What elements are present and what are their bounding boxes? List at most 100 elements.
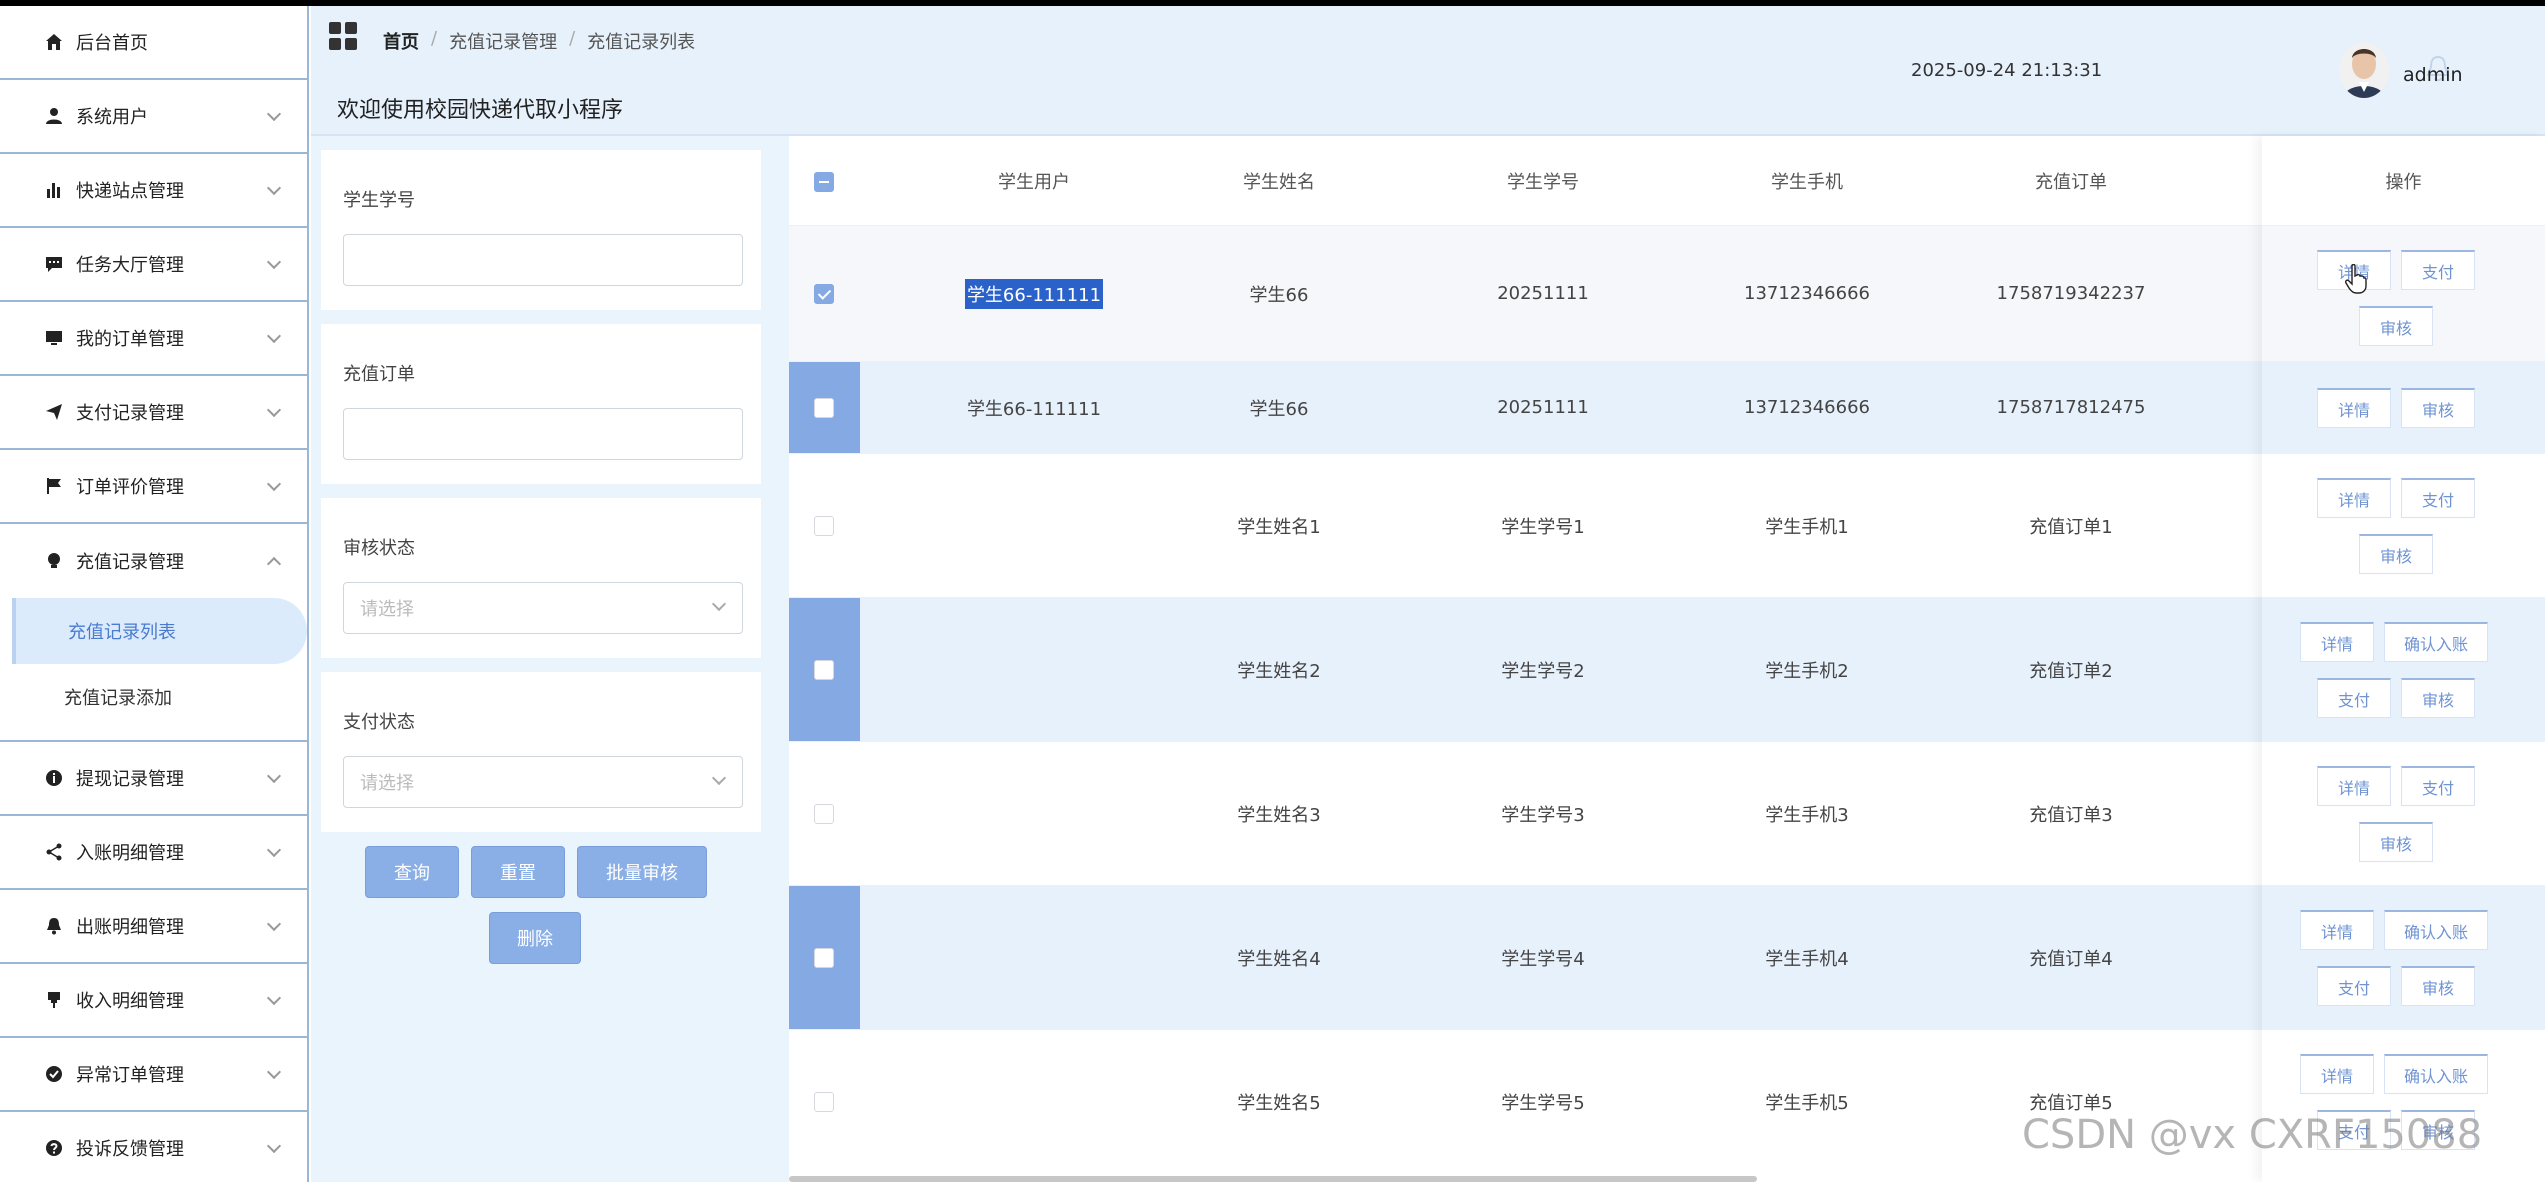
share-icon [44, 842, 64, 862]
filter-label: 充值订单 [343, 364, 415, 385]
bulb-icon [44, 551, 64, 571]
sidebar-item-system-users[interactable]: 系统用户 [0, 80, 307, 154]
row-checkbox[interactable] [814, 1092, 834, 1112]
sidebar-item-my-orders[interactable]: 我的订单管理 [0, 302, 307, 376]
row-checkbox[interactable] [814, 660, 834, 680]
sidebar-subitem-recharge-add[interactable]: 充值记录添加 [0, 664, 307, 730]
recharge-table: 学生用户 学生姓名 学生学号 学生手机 充值订单 操作 学生66-111111 … [789, 136, 2545, 1182]
row-checkbox[interactable] [814, 398, 834, 418]
query-button[interactable]: 查询 [365, 846, 459, 898]
cell-student-no: 学生学号2 [1501, 660, 1585, 682]
send-icon [44, 402, 64, 422]
batch-audit-button[interactable]: 批量审核 [577, 846, 707, 898]
sidebar-item-label: 收入明细管理 [76, 991, 184, 1012]
chevron-down-icon [266, 476, 282, 492]
sidebar-item-withdrawals[interactable]: 提现记录管理 [0, 742, 307, 816]
check-circle-icon [44, 1064, 64, 1084]
breadcrumb-separator: / [431, 28, 438, 49]
cell-student-phone: 学生手机3 [1765, 804, 1849, 826]
chevron-down-icon [711, 770, 727, 786]
sidebar: 后台首页 系统用户 快递站点管理 任务大厅管理 我的订单管理 支付记录管理 订单… [0, 6, 309, 1182]
grid-menu-icon[interactable] [329, 22, 357, 50]
sidebar-item-abnormal-orders[interactable]: 异常订单管理 [0, 1038, 307, 1112]
delete-button[interactable]: 删除 [489, 912, 581, 964]
sidebar-item-label: 我的订单管理 [76, 329, 184, 350]
select-placeholder: 请选择 [360, 599, 414, 620]
row-checkbox[interactable] [814, 804, 834, 824]
sidebar-item-payments[interactable]: 支付记录管理 [0, 376, 307, 450]
col-header-recharge-order: 充值订单 [2035, 172, 2107, 193]
sidebar-item-task-hall[interactable]: 任务大厅管理 [0, 228, 307, 302]
filter-label: 支付状态 [343, 712, 415, 733]
sidebar-item-label: 异常订单管理 [76, 1065, 184, 1086]
cell-student-no: 20251111 [1497, 283, 1589, 304]
bell-icon [44, 916, 64, 936]
username[interactable]: admin [2403, 64, 2463, 86]
horizontal-scrollbar[interactable] [789, 1176, 1757, 1182]
chevron-down-icon [266, 916, 282, 932]
chevron-down-icon [266, 328, 282, 344]
row-checkbox[interactable] [814, 516, 834, 536]
cell-recharge-order: 充值订单2 [2029, 660, 2113, 682]
sidebar-item-expense-details[interactable]: 出账明细管理 [0, 890, 307, 964]
sidebar-item-label: 出账明细管理 [76, 917, 184, 938]
cell-student-phone: 学生手机5 [1765, 1093, 1849, 1114]
info-icon [44, 768, 64, 788]
audit-status-select[interactable]: 请选择 [343, 582, 743, 634]
filter-recharge-order: 充值订单 [321, 324, 761, 484]
sidebar-item-home[interactable]: 后台首页 [0, 6, 307, 80]
chevron-down-icon [266, 990, 282, 1006]
watermark: CSDN @vx CXRF15088 [2022, 1112, 2483, 1158]
col-header-student-name: 学生姓名 [1243, 172, 1315, 193]
breadcrumb-recharge-list: 充值记录列表 [587, 32, 696, 53]
cell-student-name: 学生姓名4 [1237, 948, 1321, 970]
chevron-up-icon [266, 556, 282, 572]
pin-icon [44, 990, 64, 1010]
cell-student-name: 学生姓名5 [1237, 1093, 1321, 1114]
reset-button[interactable]: 重置 [471, 846, 565, 898]
user-icon [44, 106, 64, 126]
sidebar-item-recharge[interactable]: 充值记录管理 [0, 524, 307, 598]
student-no-input[interactable] [343, 234, 743, 286]
sidebar-item-reviews[interactable]: 订单评价管理 [0, 450, 307, 524]
avatar[interactable] [2339, 42, 2389, 98]
chevron-down-icon [266, 768, 282, 784]
breadcrumb-recharge-management[interactable]: 充值记录管理 [449, 28, 557, 54]
cell-student-name: 学生姓名1 [1237, 516, 1321, 538]
sidebar-item-complaints[interactable]: 投诉反馈管理 [0, 1112, 307, 1182]
sidebar-item-income-details[interactable]: 入账明细管理 [0, 816, 307, 890]
select-all-checkbox[interactable] [814, 172, 834, 192]
cell-student-name: 学生姓名2 [1237, 660, 1321, 682]
sidebar-item-revenue-details[interactable]: 收入明细管理 [0, 964, 307, 1038]
selected-text: 学生66-111111 [964, 278, 1104, 309]
cell-student-name: 学生66 [1249, 398, 1309, 420]
breadcrumb-home[interactable]: 首页 [383, 28, 419, 54]
cell-student-name: 学生66 [1249, 284, 1309, 306]
sidebar-subitem-recharge-list[interactable]: 充值记录列表 [12, 598, 307, 664]
breadcrumb-separator: / [569, 28, 576, 49]
pay-status-select[interactable]: 请选择 [343, 756, 743, 808]
sidebar-item-label: 快递站点管理 [76, 181, 184, 202]
select-placeholder: 请选择 [360, 773, 414, 794]
flag-icon [44, 476, 64, 496]
cell-student-phone: 学生手机1 [1765, 516, 1849, 538]
recharge-order-input[interactable] [343, 408, 743, 460]
sidebar-item-stations[interactable]: 快递站点管理 [0, 154, 307, 228]
filter-label: 审核状态 [343, 538, 415, 559]
monitor-icon [44, 328, 64, 348]
cell-recharge-order: 1758719342237 [1996, 283, 2146, 304]
sidebar-item-label: 投诉反馈管理 [76, 1139, 184, 1160]
cell-student-name: 学生姓名3 [1237, 804, 1321, 826]
row-checkbox[interactable] [814, 948, 834, 968]
sidebar-item-label: 订单评价管理 [76, 477, 184, 498]
current-datetime: 2025-09-24 21:13:31 [1911, 60, 2103, 81]
cell-student-no: 学生学号4 [1501, 948, 1585, 970]
cell-recharge-order: 充值订单3 [2029, 804, 2113, 826]
cell-student-user [944, 742, 1124, 885]
sidebar-item-label: 支付记录管理 [76, 403, 184, 424]
chevron-down-icon [266, 1138, 282, 1154]
sidebar-item-label: 充值记录管理 [76, 552, 184, 573]
cell-recharge-order: 充值订单4 [2029, 948, 2113, 970]
row-checkbox[interactable] [814, 284, 834, 304]
breadcrumb: 首页 / 充值记录管理 / 充值记录列表 [383, 28, 695, 54]
